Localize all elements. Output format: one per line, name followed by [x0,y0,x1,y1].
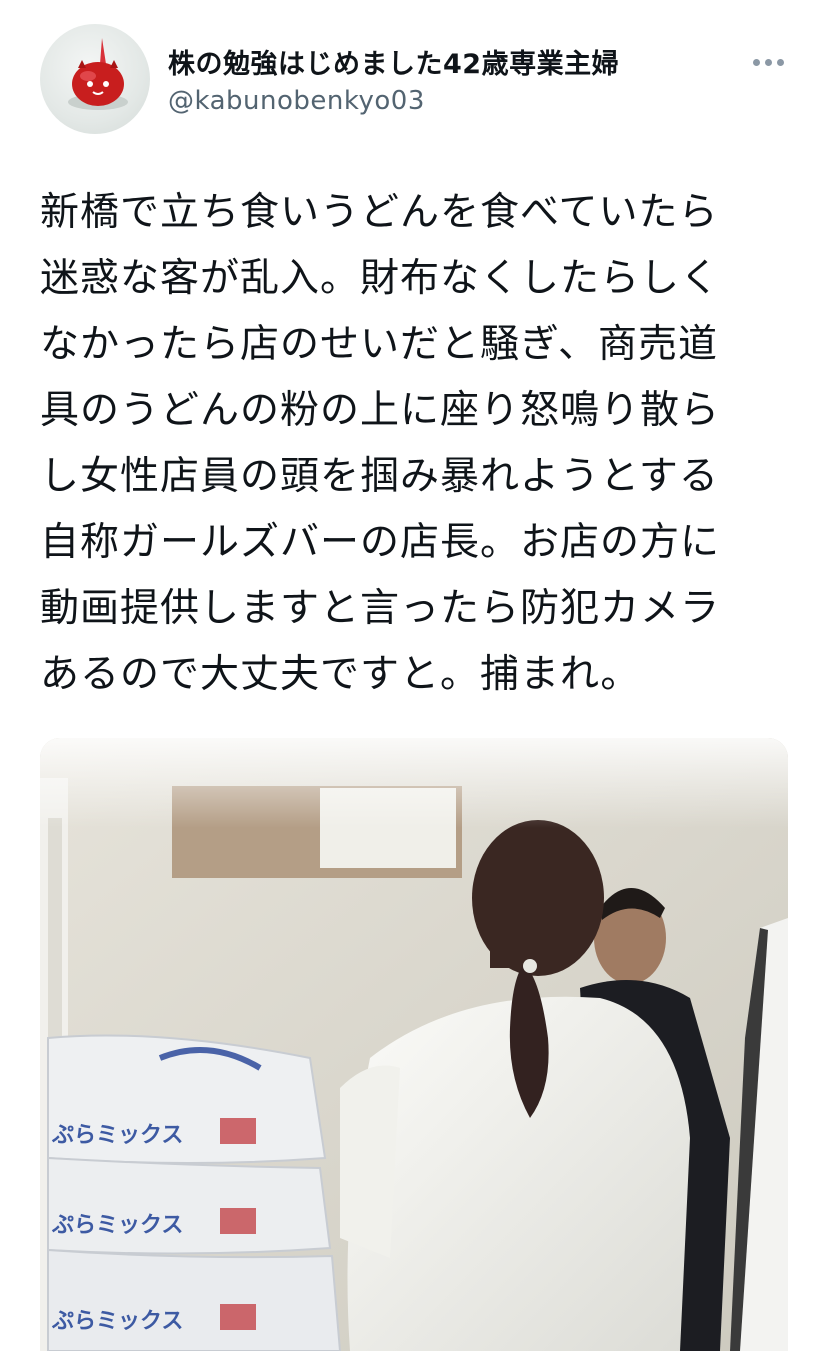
flour-bag-label: ぷらミックス [51,1213,183,1238]
tweet-text-line: 迷惑な客が乱入。財布なくしたらしく [40,256,721,301]
tweet-text-line: 新橋で立ち食いうどんを食べていたら [40,190,719,235]
tweet-text-line: 動画提供しますと言ったら防犯カメラ [40,586,721,631]
tweet-text: 新橋で立ち食いうどんを食べていたら 迷惑な客が乱入。財布なくしたらしく なかった… [40,180,780,708]
tweet-text-line: あるので大丈夫ですと。捕まれ。 [40,652,641,697]
author-handle[interactable]: @kabunobenkyo03 [168,86,425,116]
tweet-text-line: 自称ガールズバーの店長。お店の方に [40,520,721,565]
tweet-media-video[interactable]: ぷらミックス ぷらミックス ぷらミックス [40,738,788,1351]
avatar[interactable] [40,24,150,134]
tweet-text-line: し女性店員の頭を掴み暴れようとする [40,454,719,499]
author-display-name[interactable]: 株の勉強はじめました42歳専業主婦 [168,42,619,81]
flour-bag-label: ぷらミックス [51,1123,183,1148]
flour-bag-label: ぷらミックス [51,1309,183,1334]
tweet-text-line: なかったら店のせいだと騒ぎ、商売道 [40,322,719,367]
more-horizontal-icon[interactable] [748,56,788,68]
tweet-card: 株の勉強はじめました42歳専業主婦 @kabunobenkyo03 新橋で立ち食… [0,0,828,1351]
red-character-avatar-icon [68,38,128,110]
tweet-text-line: 具のうどんの粉の上に座り怒鳴り散ら [40,388,721,433]
video-frame-image: ぷらミックス ぷらミックス ぷらミックス [40,738,788,1351]
